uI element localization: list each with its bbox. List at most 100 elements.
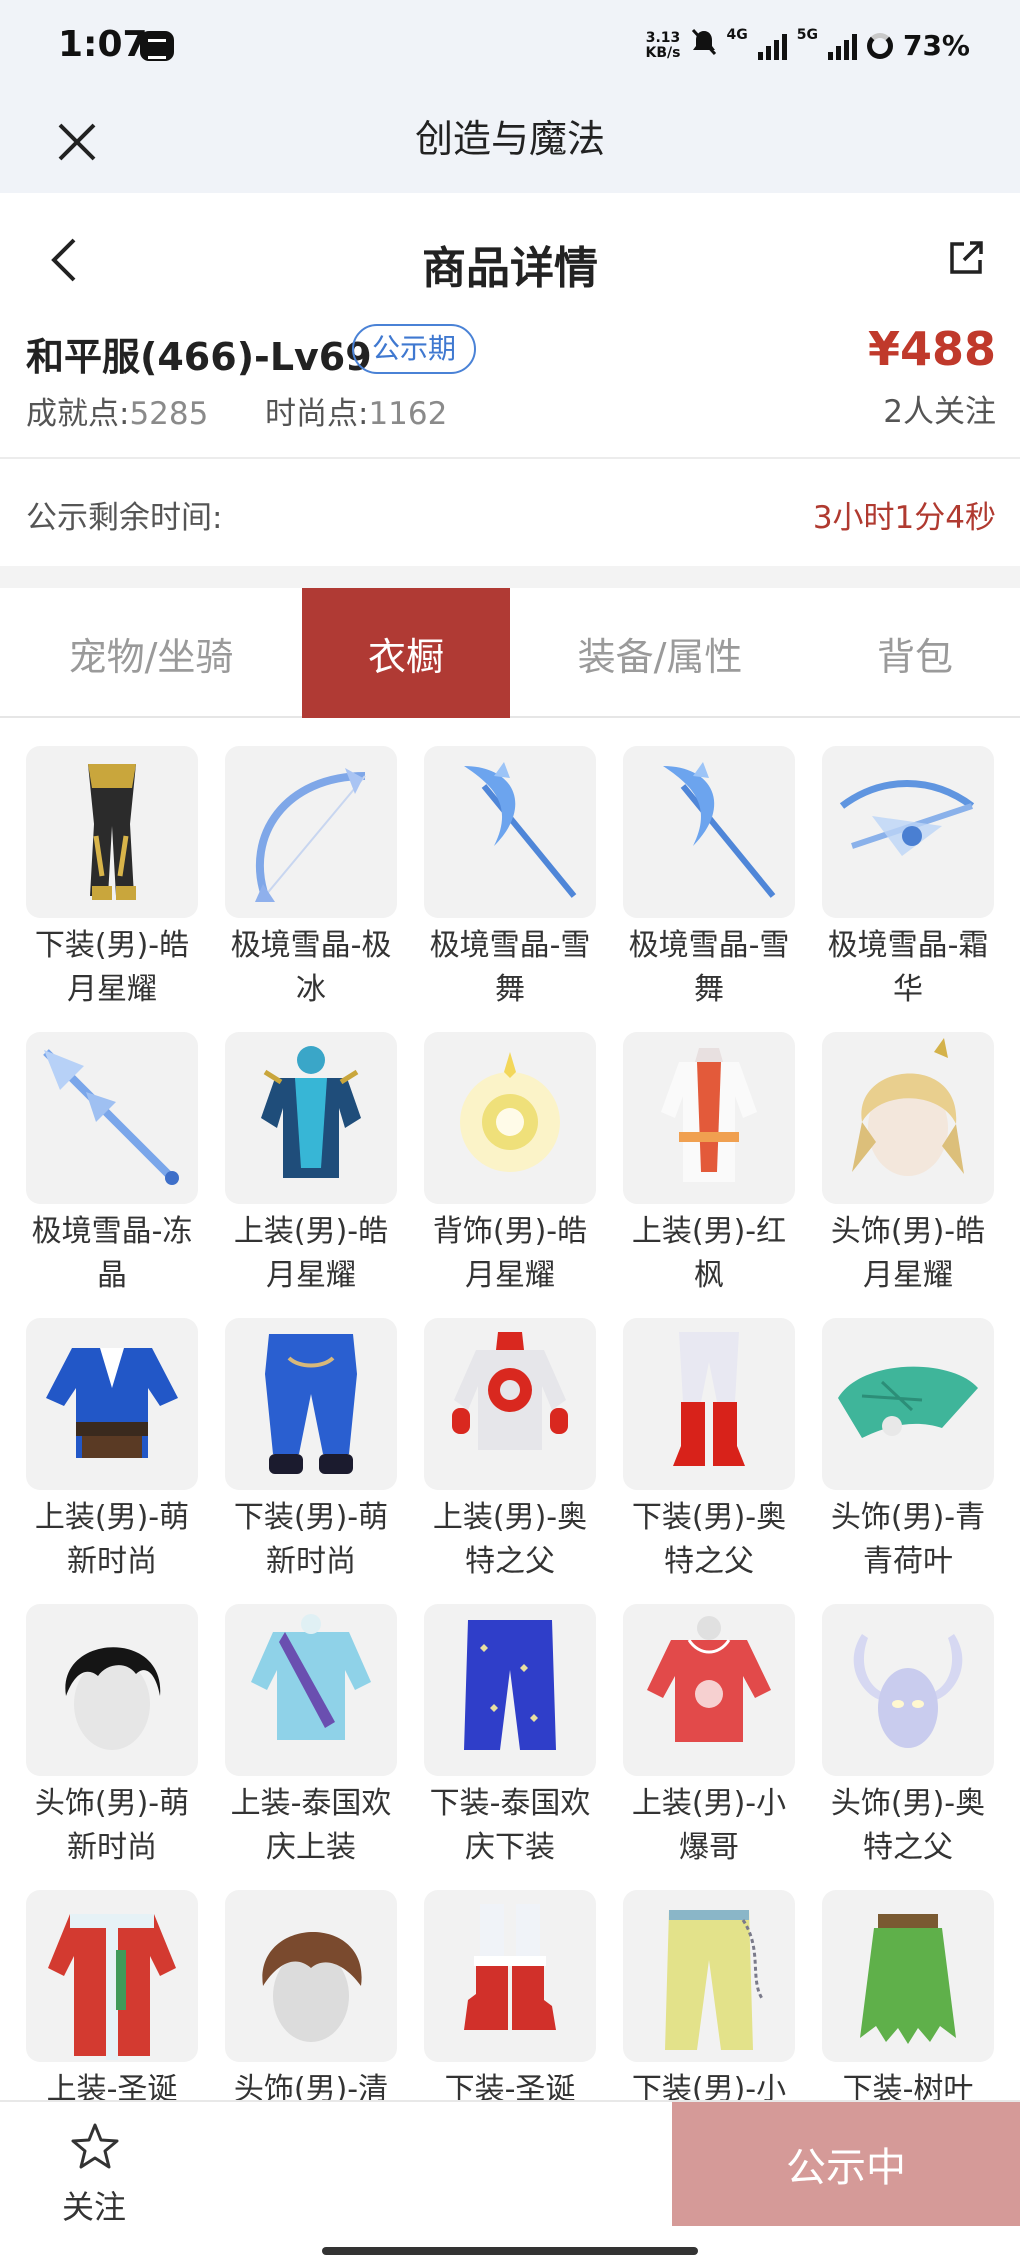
item-name: 背饰(男)-皓月星耀 — [432, 1214, 588, 1293]
achievement-label: 成就点: — [26, 396, 130, 432]
item-name: 上装-泰国欢庆上装 — [230, 1786, 392, 1865]
mute-icon — [691, 28, 717, 63]
network-speed-value: 3.13 — [645, 29, 681, 46]
wardrobe-item[interactable]: 下装(男)-皓月星耀 — [26, 746, 198, 1007]
home-indicator — [322, 2247, 698, 2255]
ice-crossbow-icon — [822, 746, 994, 918]
item-name: 头饰(男)-皓月星耀 — [830, 1214, 986, 1293]
lotus-leaf-hat-icon — [822, 1318, 994, 1490]
horned-mask-icon — [822, 1604, 994, 1776]
wardrobe-item[interactable]: 背饰(男)-皓月星耀 — [424, 1032, 596, 1293]
item-name: 下装(男)-奥特之父 — [631, 1500, 787, 1579]
wardrobe-item[interactable]: 极境雪晶-霜华 — [822, 746, 994, 1007]
status-badge: 公示期 — [352, 324, 477, 374]
countdown-value: 3小时1分4秒 — [812, 500, 996, 536]
tab-label: 衣橱 — [367, 634, 444, 679]
network-type-5g: 5G — [796, 27, 818, 43]
app-notification-icon — [140, 31, 174, 61]
fashion-points: 时尚点:1162 — [265, 388, 447, 433]
yellow-pants-icon — [623, 1890, 795, 2062]
item-name: 上装(男)-奥特之父 — [432, 1500, 588, 1579]
mini-program-title: 创造与魔法 — [414, 117, 605, 161]
bottom-action-bar: 关注 公示中 — [0, 2100, 1020, 2267]
christmas-boots-icon — [424, 1890, 596, 2062]
tab-label: 宠物/坐骑 — [68, 634, 234, 679]
product-price: ¥488 — [867, 322, 996, 376]
wardrobe-item[interactable]: 上装(男)-奥特之父 — [424, 1318, 596, 1579]
gold-black-pants-icon — [26, 746, 198, 918]
wardrobe-item[interactable]: 上装(男)-红枫 — [623, 1032, 795, 1293]
red-boots-pants-icon — [623, 1318, 795, 1490]
wardrobe-item[interactable]: 下装-泰国欢庆下装 — [424, 1604, 596, 1865]
divider — [0, 457, 1020, 459]
fashion-label: 时尚点: — [265, 396, 369, 432]
status-indicators: 3.13 KB/s 4G 5G 73% — [646, 28, 970, 63]
battery-icon — [866, 32, 893, 59]
hero-suit-top-icon — [424, 1318, 596, 1490]
ice-bow-icon — [225, 746, 397, 918]
tab-equipment-attributes[interactable]: 装备/属性 — [510, 588, 810, 718]
follow-label[interactable]: 关注 — [62, 2182, 126, 2228]
achievement-points: 成就点:5285 — [26, 388, 208, 433]
tab-wardrobe[interactable]: 衣橱 — [302, 588, 510, 718]
item-name: 极境雪晶-霜华 — [827, 928, 989, 1007]
tab-label: 背包 — [876, 634, 953, 679]
wardrobe-item[interactable]: 下装(男)-萌新时尚 — [225, 1318, 397, 1579]
wardrobe-item[interactable]: 极境雪晶-雪舞 — [623, 746, 795, 1007]
blonde-head-icon — [822, 1032, 994, 1204]
item-name: 极境雪晶-雪舞 — [429, 928, 591, 1007]
thai-top-icon — [225, 1604, 397, 1776]
item-name: 上装(男)-皓月星耀 — [233, 1214, 389, 1293]
status-bar: 1:07 3.13 KB/s 4G 5G 73% — [0, 0, 1020, 95]
status-time: 1:07 — [58, 24, 148, 65]
black-hair-head-icon — [26, 1604, 198, 1776]
wardrobe-grid: 下装(男)-皓月星耀 极境雪晶-极冰 极境雪晶-雪舞 极境雪晶-雪舞 极境雪晶-… — [26, 746, 1006, 2140]
wardrobe-item[interactable]: 头饰(男)-奥特之父 — [822, 1604, 994, 1865]
star-icon[interactable] — [70, 2122, 120, 2172]
countdown-label: 公示剩余时间: — [26, 500, 223, 536]
product-name: 和平服(466)-Lv69 — [26, 335, 372, 379]
signal-icon — [827, 32, 857, 60]
tab-pets-mounts[interactable]: 宠物/坐骑 — [0, 588, 302, 718]
christmas-coat-icon — [26, 1890, 198, 2062]
wardrobe-item[interactable]: 极境雪晶-极冰 — [225, 746, 397, 1007]
tab-backpack[interactable]: 背包 — [810, 588, 1020, 718]
battery-level: 73% — [902, 29, 970, 62]
blue-kimono-top-icon — [26, 1318, 198, 1490]
wardrobe-item[interactable]: 上装(男)-萌新时尚 — [26, 1318, 198, 1579]
public-notice-label: 公示中 — [786, 2145, 906, 2191]
ice-scythe-icon — [623, 746, 795, 918]
share-icon[interactable] — [946, 238, 986, 278]
category-tabs: 宠物/坐骑 衣橱 装备/属性 背包 — [0, 588, 1020, 718]
item-name: 下装(男)-皓月星耀 — [34, 928, 190, 1007]
wardrobe-item[interactable]: 头饰(男)-萌新时尚 — [26, 1604, 198, 1865]
item-name: 头饰(男)-奥特之父 — [830, 1786, 986, 1865]
wardrobe-item[interactable]: 上装(男)-皓月星耀 — [225, 1032, 397, 1293]
public-notice-button[interactable]: 公示中 — [672, 2102, 1020, 2226]
wardrobe-item[interactable]: 上装-泰国欢庆上装 — [225, 1604, 397, 1865]
wardrobe-item[interactable]: 下装(男)-奥特之父 — [623, 1318, 795, 1579]
item-name: 上装(男)-小爆哥 — [631, 1786, 787, 1865]
wardrobe-item[interactable]: 极境雪晶-冻晶 — [26, 1032, 198, 1293]
wardrobe-item[interactable]: 极境雪晶-雪舞 — [424, 746, 596, 1007]
ice-scythe-icon — [424, 746, 596, 918]
leaf-skirt-icon — [822, 1890, 994, 2062]
item-name: 下装(男)-萌新时尚 — [233, 1500, 389, 1579]
item-name: 上装(男)-红枫 — [631, 1214, 787, 1293]
ice-spear-icon — [26, 1032, 198, 1204]
wardrobe-item[interactable]: 头饰(男)-青青荷叶 — [822, 1318, 994, 1579]
item-name: 下装-泰国欢庆下装 — [429, 1786, 591, 1865]
network-speed: 3.13 KB/s — [645, 29, 681, 61]
wardrobe-item[interactable]: 上装(男)-小爆哥 — [623, 1604, 795, 1865]
page-title: 商品详情 — [422, 243, 598, 294]
achievement-value: 5285 — [129, 396, 209, 432]
tab-label: 装备/属性 — [577, 634, 743, 679]
item-name: 极境雪晶-冻晶 — [31, 1214, 193, 1293]
brown-hair-head-icon — [225, 1890, 397, 2062]
fashion-value: 1162 — [368, 396, 448, 432]
item-name: 极境雪晶-雪舞 — [628, 928, 790, 1007]
item-name: 极境雪晶-极冰 — [230, 928, 392, 1007]
thai-pants-icon — [424, 1604, 596, 1776]
network-type-4g: 4G — [726, 27, 748, 43]
wardrobe-item[interactable]: 头饰(男)-皓月星耀 — [822, 1032, 994, 1293]
